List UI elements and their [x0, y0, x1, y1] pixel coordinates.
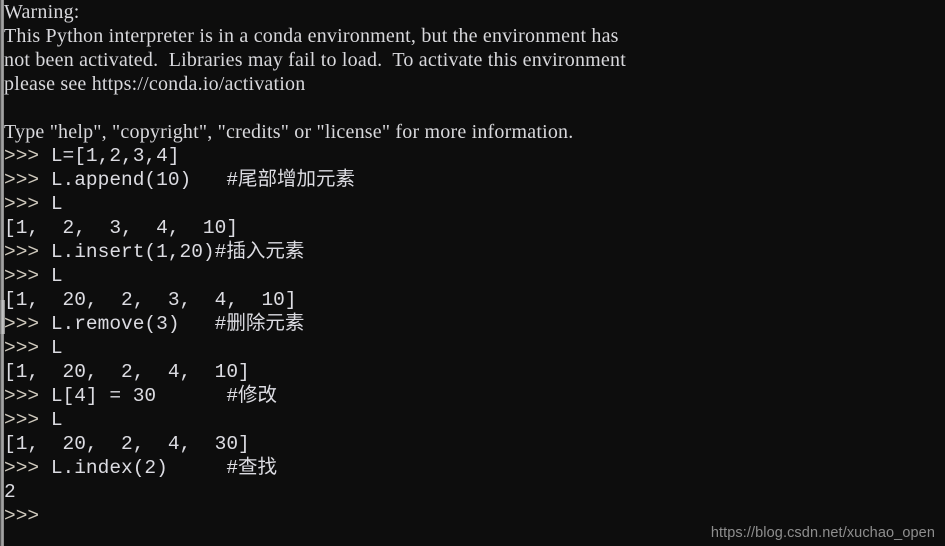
console-output-area[interactable]: Warning: This Python interpreter is in a … — [4, 0, 945, 528]
repl-result-text: 2 — [4, 481, 16, 503]
repl-result-text: [1, 20, 2, 4, 30] — [4, 433, 250, 455]
banner-line: not been activated. Libraries may fail t… — [4, 49, 626, 71]
repl-output-line: [1, 20, 2, 4, 30] — [4, 432, 945, 456]
banner-line: Type "help", "copyright", "credits" or "… — [4, 121, 574, 143]
repl-result-text: [1, 20, 2, 3, 4, 10] — [4, 289, 297, 311]
repl-prompt: >>> — [4, 385, 51, 407]
banner-blank-line — [4, 96, 945, 120]
banner-line: please see https://conda.io/activation — [4, 73, 306, 95]
repl-prompt: >>> — [4, 241, 51, 263]
repl-prompt: >>> — [4, 409, 51, 431]
repl-code-text: L=[1,2,3,4] — [50, 145, 180, 167]
repl-comment-text: #删除元素 — [179, 313, 305, 335]
repl-comment-text: #修改 — [156, 385, 278, 407]
repl-prompt: >>> — [4, 169, 51, 191]
repl-code-text: L.append(10) — [50, 169, 192, 191]
repl-input-line: >>> L — [4, 336, 945, 360]
repl-code-text: L — [50, 409, 63, 431]
repl-result-text: [1, 20, 2, 4, 10] — [4, 361, 250, 383]
repl-comment-text: #插入元素 — [214, 241, 305, 263]
repl-input-line: >>> L=[1,2,3,4] — [4, 144, 945, 168]
repl-code-text: L — [50, 193, 63, 215]
repl-input-line: >>> L[4] = 30 #修改 — [4, 384, 945, 408]
repl-input-line: >>> L — [4, 408, 945, 432]
repl-result-text: [1, 2, 3, 4, 10] — [4, 217, 239, 239]
repl-output-line: [1, 20, 2, 4, 10] — [4, 360, 945, 384]
repl-prompt: >>> — [4, 313, 51, 335]
repl-input-line: >>> L — [4, 192, 945, 216]
repl-code-text: L.remove(3) — [50, 313, 180, 335]
python-console-window[interactable]: Warning: This Python interpreter is in a … — [0, 0, 945, 546]
repl-input-line: >>> L — [4, 264, 945, 288]
repl-code-text: L.index(2) — [50, 457, 168, 479]
repl-input-line: >>> L.append(10) #尾部增加元素 — [4, 168, 945, 192]
repl-prompt: >>> — [4, 265, 51, 287]
repl-prompt: >>> — [4, 337, 51, 359]
conda-warning-banner: Warning: This Python interpreter is in a … — [4, 0, 945, 144]
repl-comment-text: #查找 — [167, 457, 278, 479]
repl-input-line: >>> L.index(2) #查找 — [4, 456, 945, 480]
repl-prompt: >>> — [4, 145, 51, 167]
repl-session-transcript: >>> L=[1,2,3,4] >>> L.append(10) #尾部增加元素 >… — [4, 144, 945, 528]
repl-output-line: 2 — [4, 480, 945, 504]
repl-prompt: >>> — [4, 193, 51, 215]
repl-code-text: L.insert(1,20) — [50, 241, 215, 263]
repl-code-text: L — [50, 265, 63, 287]
banner-line: This Python interpreter is in a conda en… — [4, 25, 619, 47]
repl-input-line: >>> L.remove(3) #删除元素 — [4, 312, 945, 336]
watermark-url: https://blog.csdn.net/xuchao_open — [710, 525, 935, 541]
repl-output-line: [1, 2, 3, 4, 10] — [4, 216, 945, 240]
repl-code-text: L[4] = 30 — [50, 385, 157, 407]
repl-comment-text: #尾部增加元素 — [191, 169, 356, 191]
repl-output-line: [1, 20, 2, 3, 4, 10] — [4, 288, 945, 312]
repl-prompt: >>> — [4, 457, 51, 479]
banner-line: Warning: — [4, 1, 80, 23]
repl-prompt: >>> — [4, 505, 51, 527]
repl-code-text: L — [50, 337, 63, 359]
repl-input-line: >>> L.insert(1,20)#插入元素 — [4, 240, 945, 264]
